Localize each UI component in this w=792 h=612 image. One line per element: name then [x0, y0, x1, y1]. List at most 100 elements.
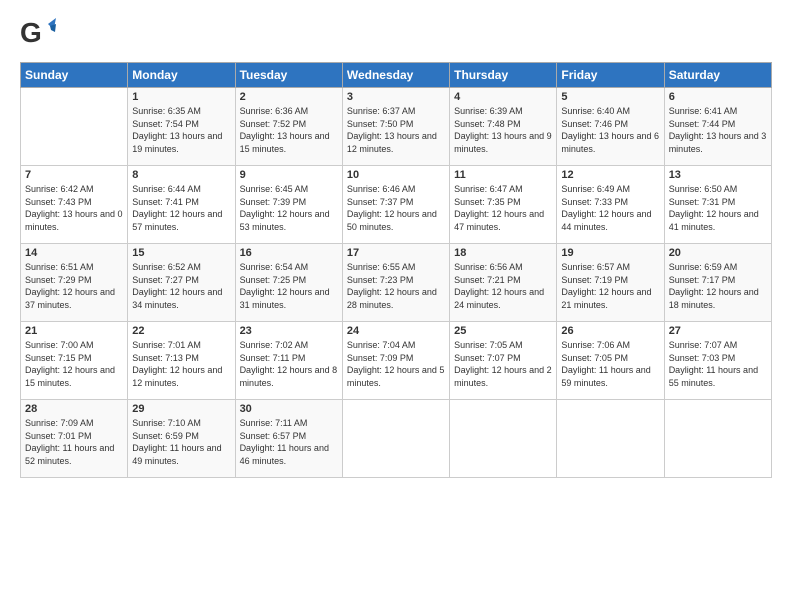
svg-text:G: G — [20, 17, 42, 48]
cell-info: Sunrise: 7:02 AMSunset: 7:11 PMDaylight:… — [240, 339, 338, 389]
calendar-cell — [664, 400, 771, 478]
calendar-cell: 24 Sunrise: 7:04 AMSunset: 7:09 PMDayligh… — [342, 322, 449, 400]
calendar-cell: 14Sunrise: 6:51 AMSunset: 7:29 PMDayligh… — [21, 244, 128, 322]
logo-icon: G — [20, 16, 56, 52]
day-number: 18 — [454, 247, 552, 259]
cell-info: Sunrise: 6:54 AMSunset: 7:25 PMDaylight:… — [240, 261, 338, 311]
cell-info: Sunrise: 6:46 AMSunset: 7:37 PMDaylight:… — [347, 183, 445, 233]
weekday-header: Friday — [557, 63, 664, 88]
day-number: 7 — [25, 169, 123, 181]
calendar-cell: 29 Sunrise: 7:10 AMSunset: 6:59 PMDayligh… — [128, 400, 235, 478]
day-number: 4 — [454, 91, 552, 103]
calendar-cell: 16 Sunrise: 6:54 AMSunset: 7:25 PMDayligh… — [235, 244, 342, 322]
calendar-cell — [450, 400, 557, 478]
cell-info: Sunrise: 6:56 AMSunset: 7:21 PMDaylight:… — [454, 261, 552, 311]
day-number: 27 — [669, 325, 767, 337]
day-number: 5 — [561, 91, 659, 103]
calendar-cell: 2 Sunrise: 6:36 AMSunset: 7:52 PMDaylight… — [235, 88, 342, 166]
weekday-header: Monday — [128, 63, 235, 88]
calendar-cell: 26 Sunrise: 7:06 AMSunset: 7:05 PMDayligh… — [557, 322, 664, 400]
day-number: 14 — [25, 247, 123, 259]
cell-info: Sunrise: 6:37 AMSunset: 7:50 PMDaylight:… — [347, 105, 445, 155]
cell-info: Sunrise: 6:36 AMSunset: 7:52 PMDaylight:… — [240, 105, 338, 155]
logo: G — [20, 16, 58, 52]
calendar-cell: 15 Sunrise: 6:52 AMSunset: 7:27 PMDayligh… — [128, 244, 235, 322]
calendar-cell: 28 Sunrise: 7:09 AMSunset: 7:01 PMDayligh… — [21, 400, 128, 478]
calendar-cell — [557, 400, 664, 478]
calendar-cell: 20Sunrise: 6:59 AMSunset: 7:17 PMDayligh… — [664, 244, 771, 322]
day-number: 1 — [132, 91, 230, 103]
day-number: 11 — [454, 169, 552, 181]
day-number: 6 — [669, 91, 767, 103]
calendar-cell: 6Sunrise: 6:41 AMSunset: 7:44 PMDaylight… — [664, 88, 771, 166]
cell-info: Sunrise: 7:05 AMSunset: 7:07 PMDaylight:… — [454, 339, 552, 389]
cell-info: Sunrise: 7:00 AMSunset: 7:15 PMDaylight:… — [25, 339, 123, 389]
cell-info: Sunrise: 6:44 AMSunset: 7:41 PMDaylight:… — [132, 183, 230, 233]
cell-info: Sunrise: 6:52 AMSunset: 7:27 PMDaylight:… — [132, 261, 230, 311]
day-number: 28 — [25, 403, 123, 415]
day-number: 16 — [240, 247, 338, 259]
cell-info: Sunrise: 7:11 AMSunset: 6:57 PMDaylight:… — [240, 417, 338, 467]
day-number: 17 — [347, 247, 445, 259]
calendar-cell: 8 Sunrise: 6:44 AMSunset: 7:41 PMDaylight… — [128, 166, 235, 244]
cell-info: Sunrise: 6:35 AMSunset: 7:54 PMDaylight:… — [132, 105, 230, 155]
weekday-header: Saturday — [664, 63, 771, 88]
weekday-header: Wednesday — [342, 63, 449, 88]
calendar-cell: 22 Sunrise: 7:01 AMSunset: 7:13 PMDayligh… — [128, 322, 235, 400]
day-number: 21 — [25, 325, 123, 337]
cell-info: Sunrise: 6:49 AMSunset: 7:33 PMDaylight:… — [561, 183, 659, 233]
cell-info: Sunrise: 7:10 AMSunset: 6:59 PMDaylight:… — [132, 417, 230, 467]
cell-info: Sunrise: 6:55 AMSunset: 7:23 PMDaylight:… — [347, 261, 445, 311]
day-number: 19 — [561, 247, 659, 259]
cell-info: Sunrise: 7:09 AMSunset: 7:01 PMDaylight:… — [25, 417, 123, 467]
calendar-cell: 17 Sunrise: 6:55 AMSunset: 7:23 PMDayligh… — [342, 244, 449, 322]
cell-info: Sunrise: 7:01 AMSunset: 7:13 PMDaylight:… — [132, 339, 230, 389]
calendar-cell: 21 Sunrise: 7:00 AMSunset: 7:15 PMDayligh… — [21, 322, 128, 400]
day-number: 8 — [132, 169, 230, 181]
day-number: 13 — [669, 169, 767, 181]
calendar-cell: 4 Sunrise: 6:39 AMSunset: 7:48 PMDaylight… — [450, 88, 557, 166]
calendar-table: SundayMondayTuesdayWednesdayThursdayFrid… — [20, 62, 772, 478]
day-number: 23 — [240, 325, 338, 337]
cell-info: Sunrise: 6:40 AMSunset: 7:46 PMDaylight:… — [561, 105, 659, 155]
calendar-cell: 11 Sunrise: 6:47 AMSunset: 7:35 PMDayligh… — [450, 166, 557, 244]
day-number: 3 — [347, 91, 445, 103]
calendar-cell: 19 Sunrise: 6:57 AMSunset: 7:19 PMDayligh… — [557, 244, 664, 322]
calendar-cell: 5 Sunrise: 6:40 AMSunset: 7:46 PMDaylight… — [557, 88, 664, 166]
cell-info: Sunrise: 6:39 AMSunset: 7:48 PMDaylight:… — [454, 105, 552, 155]
day-number: 2 — [240, 91, 338, 103]
calendar-cell: 30 Sunrise: 7:11 AMSunset: 6:57 PMDayligh… — [235, 400, 342, 478]
day-number: 25 — [454, 325, 552, 337]
day-number: 15 — [132, 247, 230, 259]
calendar-cell: 13 Sunrise: 6:50 AMSunset: 7:31 PMDayligh… — [664, 166, 771, 244]
day-number: 9 — [240, 169, 338, 181]
day-number: 29 — [132, 403, 230, 415]
calendar-cell: 9 Sunrise: 6:45 AMSunset: 7:39 PMDaylight… — [235, 166, 342, 244]
day-number: 10 — [347, 169, 445, 181]
calendar-cell: 18 Sunrise: 6:56 AMSunset: 7:21 PMDayligh… — [450, 244, 557, 322]
day-number: 12 — [561, 169, 659, 181]
cell-info: Sunrise: 6:59 AMSunset: 7:17 PMDaylight:… — [669, 261, 767, 311]
cell-info: Sunrise: 6:42 AMSunset: 7:43 PMDaylight:… — [25, 183, 123, 233]
cell-info: Sunrise: 7:04 AMSunset: 7:09 PMDaylight:… — [347, 339, 445, 389]
calendar-cell: 25 Sunrise: 7:05 AMSunset: 7:07 PMDayligh… — [450, 322, 557, 400]
weekday-header: Sunday — [21, 63, 128, 88]
weekday-header: Tuesday — [235, 63, 342, 88]
cell-info: Sunrise: 7:06 AMSunset: 7:05 PMDaylight:… — [561, 339, 659, 389]
cell-info: Sunrise: 6:57 AMSunset: 7:19 PMDaylight:… — [561, 261, 659, 311]
day-number: 24 — [347, 325, 445, 337]
day-number: 26 — [561, 325, 659, 337]
page: G SundayMondayTuesdayWednesdayThursdayFr… — [0, 0, 792, 612]
day-number: 22 — [132, 325, 230, 337]
header: G — [20, 16, 772, 52]
calendar-cell: 23 Sunrise: 7:02 AMSunset: 7:11 PMDayligh… — [235, 322, 342, 400]
calendar-cell — [21, 88, 128, 166]
cell-info: Sunrise: 6:50 AMSunset: 7:31 PMDaylight:… — [669, 183, 767, 233]
day-number: 30 — [240, 403, 338, 415]
cell-info: Sunrise: 7:07 AMSunset: 7:03 PMDaylight:… — [669, 339, 767, 389]
cell-info: Sunrise: 6:45 AMSunset: 7:39 PMDaylight:… — [240, 183, 338, 233]
calendar-cell: 1 Sunrise: 6:35 AMSunset: 7:54 PMDaylight… — [128, 88, 235, 166]
cell-info: Sunrise: 6:47 AMSunset: 7:35 PMDaylight:… — [454, 183, 552, 233]
calendar-cell: 27 Sunrise: 7:07 AMSunset: 7:03 PMDayligh… — [664, 322, 771, 400]
calendar-cell: 7 Sunrise: 6:42 AMSunset: 7:43 PMDaylight… — [21, 166, 128, 244]
